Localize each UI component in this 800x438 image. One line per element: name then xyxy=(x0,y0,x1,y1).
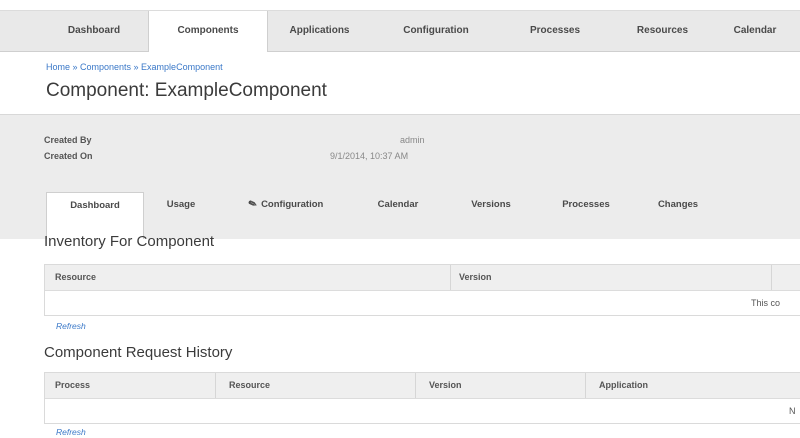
request-history-table-header: Process Resource Version Application xyxy=(45,373,800,399)
created-by-value: admin xyxy=(400,135,425,145)
subtab-calendar[interactable]: Calendar xyxy=(355,192,441,218)
column-header-version[interactable]: Version xyxy=(429,373,462,398)
request-history-section-title: Component Request History xyxy=(44,344,233,361)
request-history-table: Process Resource Version Application N xyxy=(44,372,800,424)
request-history-table-body: N xyxy=(45,399,800,423)
nav-tab-configuration[interactable]: Configuration xyxy=(372,11,500,51)
column-header-version[interactable]: Version xyxy=(459,265,492,290)
nav-tab-resources[interactable]: Resources xyxy=(610,11,715,51)
page-title: Component: ExampleComponent xyxy=(46,80,327,101)
inventory-refresh-link[interactable]: Refresh xyxy=(56,321,86,331)
column-divider xyxy=(585,373,586,398)
column-divider xyxy=(415,373,416,398)
empty-message: This co xyxy=(751,298,781,308)
created-on-value: 9/1/2014, 10:37 AM xyxy=(330,151,409,161)
subtab-processes[interactable]: Processes xyxy=(540,192,632,218)
subtab-dashboard[interactable]: Dashboard xyxy=(46,192,144,239)
nav-tab-components[interactable]: Components xyxy=(148,11,268,52)
nav-tab-dashboard[interactable]: Dashboard xyxy=(40,11,148,51)
request-history-refresh-link[interactable]: Refresh xyxy=(56,427,86,437)
column-divider xyxy=(450,265,451,290)
column-divider xyxy=(771,265,772,290)
nav-tab-calendar[interactable]: Calendar xyxy=(715,11,795,51)
inventory-table: Resource Version This co xyxy=(44,264,800,316)
subtab-usage[interactable]: Usage xyxy=(146,192,216,218)
subtab-versions[interactable]: Versions xyxy=(446,192,536,218)
breadcrumb[interactable]: Home » Components » ExampleComponent xyxy=(46,62,223,72)
nav-tab-applications[interactable]: Applications xyxy=(267,11,372,51)
empty-message: N xyxy=(789,406,796,416)
wrench-icon: ✎ xyxy=(246,197,259,212)
inventory-table-body: This co xyxy=(45,291,800,315)
subtab-configuration-label: Configuration xyxy=(261,199,324,210)
column-header-application[interactable]: Application xyxy=(599,373,648,398)
column-header-resource[interactable]: Resource xyxy=(229,373,270,398)
column-header-resource[interactable]: Resource xyxy=(55,265,96,290)
top-nav: Dashboard Components Applications Config… xyxy=(0,10,800,52)
inventory-table-header: Resource Version xyxy=(45,265,800,291)
column-header-process[interactable]: Process xyxy=(55,373,90,398)
column-divider xyxy=(215,373,216,398)
created-on-label: Created On xyxy=(44,151,93,161)
subtab-changes[interactable]: Changes xyxy=(636,192,720,218)
subtab-configuration[interactable]: ✎ Configuration xyxy=(220,192,352,218)
created-by-label: Created By xyxy=(44,135,92,145)
nav-tab-processes[interactable]: Processes xyxy=(500,11,610,51)
inventory-section-title: Inventory For Component xyxy=(44,233,215,250)
